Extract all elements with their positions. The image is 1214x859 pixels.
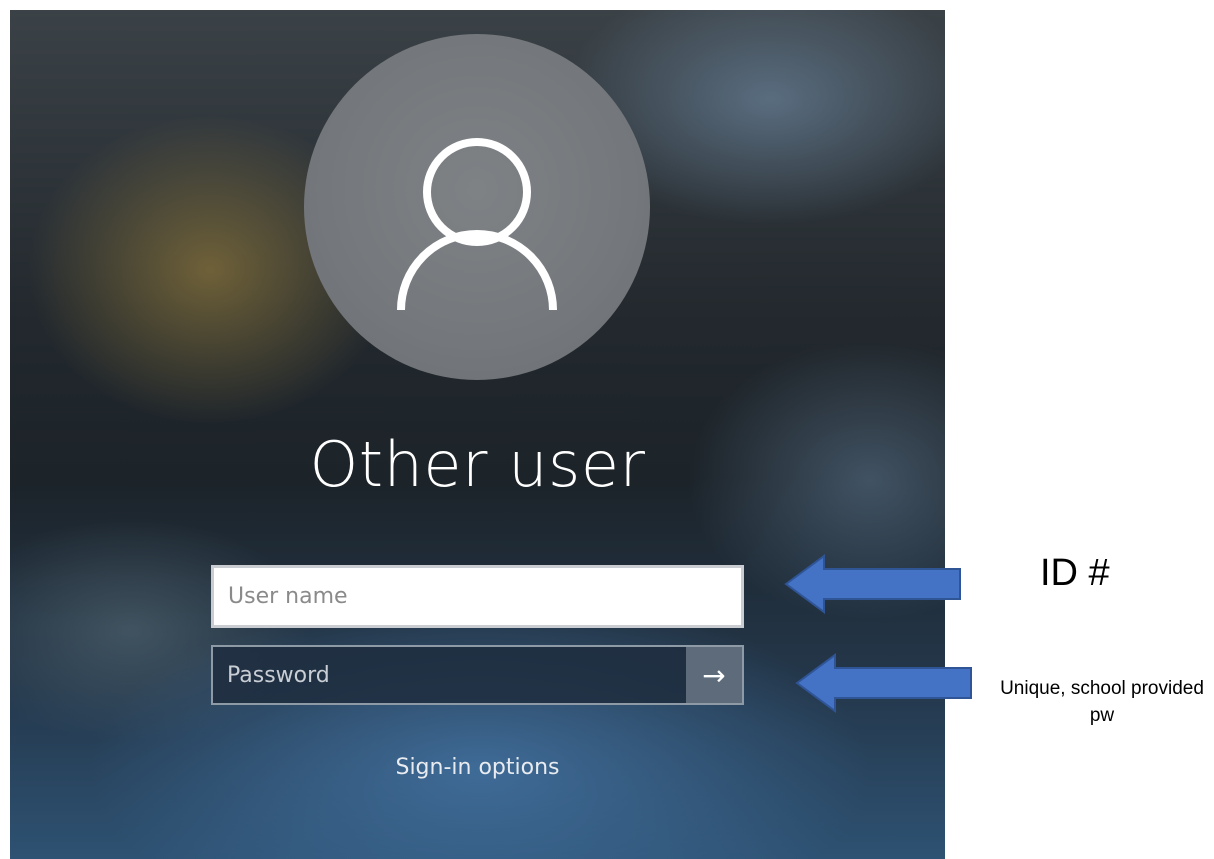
left-arrow-callout-icon — [795, 653, 972, 713]
password-input[interactable] — [213, 647, 686, 703]
user-silhouette-icon — [397, 138, 557, 311]
password-field[interactable]: → — [211, 645, 744, 705]
user-avatar — [304, 34, 650, 380]
username-annotation: ID # — [1040, 552, 1110, 594]
username-field[interactable] — [211, 565, 744, 628]
windows-lock-screen: Other user → Sign-in options — [10, 10, 945, 859]
arrow-right-icon: → — [702, 658, 726, 692]
screenshot-stage: Other user → Sign-in options ID # Unique… — [0, 0, 1214, 859]
sign-in-options-link[interactable]: Sign-in options — [10, 755, 945, 780]
left-arrow-callout-icon — [784, 554, 961, 614]
submit-button[interactable]: → — [686, 647, 742, 703]
username-input[interactable] — [214, 568, 741, 625]
account-name-title: Other user — [309, 428, 646, 501]
password-annotation: Unique, school provided pw — [1000, 678, 1204, 726]
